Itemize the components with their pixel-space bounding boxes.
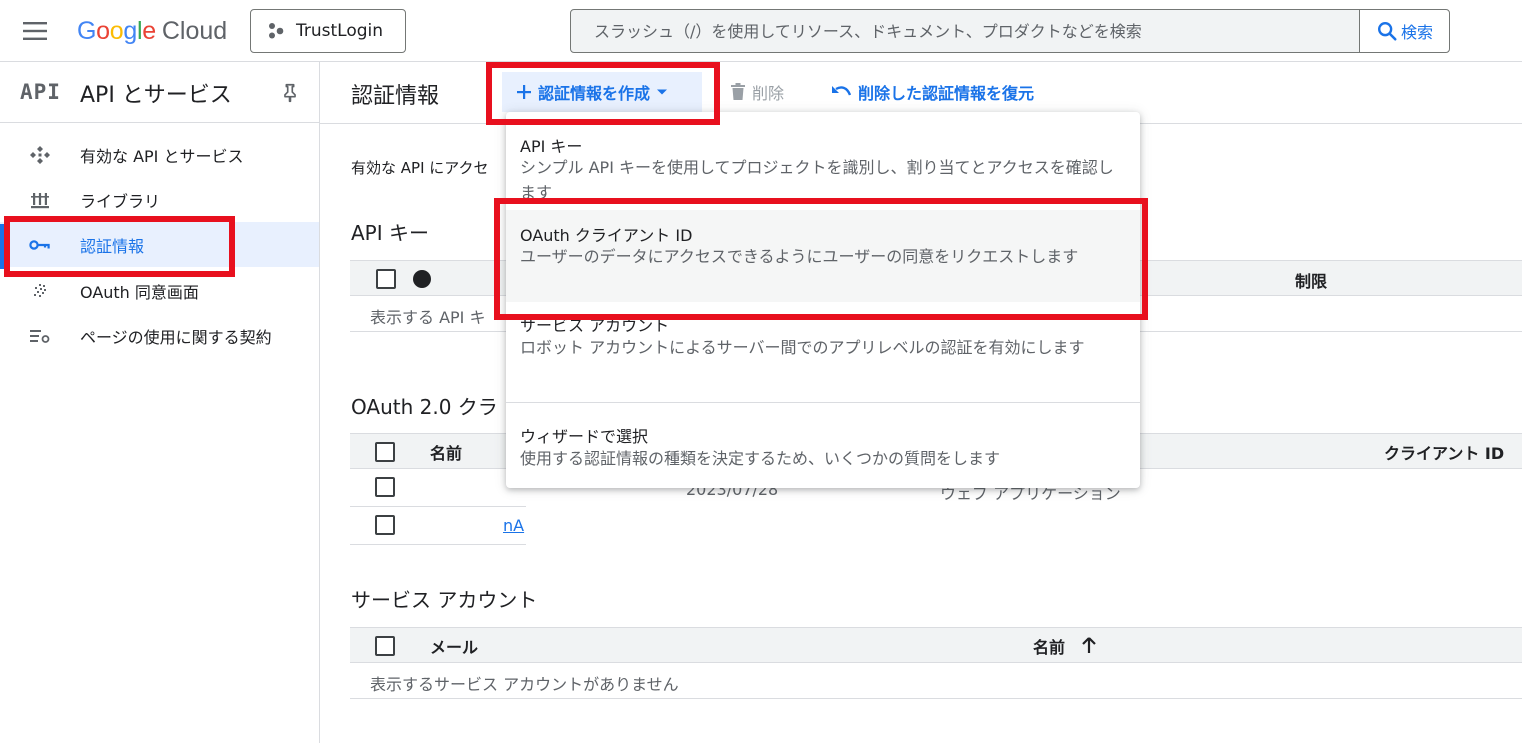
pin-icon: [284, 83, 296, 103]
consent-icon: [29, 280, 51, 302]
trash-icon: [731, 83, 745, 100]
menu-item-title: OAuth クライアント ID: [520, 226, 693, 245]
api-keys-title: API キー: [351, 221, 429, 245]
menu-item-title: サービス アカウント: [520, 316, 670, 335]
search-bar: 検索: [570, 9, 1450, 53]
status-dot-icon: [413, 270, 431, 288]
oauth-client-link[interactable]: nA: [503, 516, 524, 535]
menu-item-description: 使用する認証情報の種類を決定するため、いくつかの質問をします: [520, 449, 1001, 468]
sidebar-item-label: 有効な API とサービス: [80, 146, 244, 166]
menu-item-wizard[interactable]: ウィザードで選択 使用する認証情報の種類を決定するため、いくつかの質問をします: [506, 412, 1140, 482]
caret-down-icon: [657, 89, 668, 95]
oauth-col-name: 名前: [430, 444, 463, 463]
undo-icon: [832, 86, 851, 96]
google-cloud-logo[interactable]: Google Cloud: [77, 14, 227, 48]
oauth-row-checkbox[interactable]: [375, 477, 395, 497]
sort-ascending-icon[interactable]: [1080, 636, 1098, 654]
create-credentials-button[interactable]: 認証情報を作成: [502, 72, 702, 112]
api-keys-col-restriction: 制限: [1295, 272, 1328, 291]
sidebar-item-label: ライブラリ: [80, 191, 161, 211]
menu-item-title: ウィザードで選択: [520, 427, 649, 446]
sidebar-item-library[interactable]: ライブラリ: [0, 177, 319, 222]
menu-item-api-key[interactable]: API キー シンプル API キーを使用してプロジェクトを識別し、割り当てとア…: [506, 122, 1140, 210]
create-credentials-label: 認証情報を作成: [538, 84, 651, 103]
cloud-wordmark: Cloud: [161, 16, 228, 45]
service-accounts-table-header: [350, 627, 1522, 663]
restore-label: 削除した認証情報を復元: [858, 84, 1035, 103]
sidebar-item-label: ページの使用に関する契約: [80, 327, 272, 347]
settings-list-icon: [29, 325, 51, 347]
oauth-select-all-checkbox[interactable]: [375, 442, 395, 462]
delete-button[interactable]: 削除: [730, 80, 784, 104]
service-accounts-col-email: メール: [430, 638, 479, 657]
sidebar-item-oauth-consent[interactable]: OAuth 同意画面: [0, 268, 319, 313]
pin-button[interactable]: [279, 82, 301, 104]
main-menu-button[interactable]: [14, 11, 56, 51]
key-icon: [29, 234, 51, 256]
menu-item-description: ユーザーのデータにアクセスできるようにユーザーの同意をリクエストします: [520, 247, 1079, 266]
top-bar: Google Cloud TrustLogin 検索: [0, 0, 1522, 62]
sidebar-title: API とサービス: [80, 83, 232, 108]
menu-item-oauth-client-id[interactable]: OAuth クライアント ID ユーザーのデータにアクセスできるようにユーザーの…: [506, 210, 1140, 302]
google-wordmark: Google: [77, 16, 156, 45]
api-logo-icon: API: [20, 80, 61, 104]
sidebar-item-credentials[interactable]: 認証情報: [0, 222, 319, 267]
active-indicator: [0, 224, 5, 269]
search-input[interactable]: [571, 10, 1359, 52]
sidebar-item-page-usage-agreements[interactable]: ページの使用に関する契約: [0, 313, 319, 358]
project-name: TrustLogin: [296, 21, 384, 41]
api-hub-icon: [29, 144, 51, 166]
page-title: 認証情報: [351, 84, 440, 109]
hamburger-icon: [23, 22, 47, 40]
sidebar-item-enabled-apis[interactable]: 有効な API とサービス: [0, 132, 319, 177]
menu-item-description: ロボット アカウントによるサーバー間でのアプリレベルの認証を有効にします: [520, 338, 1085, 357]
menu-divider: [506, 402, 1140, 403]
intro-text: 有効な API にアクセ: [351, 159, 489, 177]
project-hub-icon: [269, 23, 284, 39]
plus-icon: [517, 85, 531, 99]
search-icon: [1378, 22, 1397, 41]
sidebar-item-label: OAuth 同意画面: [80, 282, 199, 302]
sidebar: API API とサービス 有効な API とサービス ライブラリ 認証情報 O…: [0, 62, 320, 743]
service-accounts-empty-text: 表示するサービス アカウントがありません: [370, 675, 679, 694]
api-keys-empty-text: 表示する API キ: [370, 308, 486, 327]
sidebar-header: API API とサービス: [0, 62, 319, 123]
delete-label: 削除: [752, 84, 785, 103]
sidebar-item-label: 認証情報: [80, 236, 145, 256]
menu-item-title: API キー: [520, 137, 583, 156]
restore-deleted-credentials-button[interactable]: 削除した認証情報を復元: [831, 80, 1034, 104]
service-accounts-col-name[interactable]: 名前: [1033, 634, 1065, 658]
search-button[interactable]: 検索: [1359, 10, 1449, 52]
menu-item-service-account[interactable]: サービス アカウント ロボット アカウントによるサーバー間でのアプリレベルの認証…: [506, 310, 1140, 402]
create-credentials-menu: API キー シンプル API キーを使用してプロジェクトを識別し、割り当てとア…: [506, 112, 1140, 488]
oauth-col-client-id: クライアント ID: [1384, 444, 1505, 463]
menu-item-description: シンプル API キーを使用してプロジェクトを識別し、割り当てとアクセスを確認し…: [520, 158, 1114, 202]
project-picker-button[interactable]: TrustLogin: [250, 9, 406, 53]
api-keys-select-all-checkbox[interactable]: [376, 269, 396, 289]
search-button-label: 検索: [1400, 23, 1433, 42]
library-icon: [29, 189, 51, 211]
service-accounts-select-all-checkbox[interactable]: [375, 636, 395, 656]
oauth-row-checkbox[interactable]: [375, 515, 395, 535]
oauth-clients-title: OAuth 2.0 クラ: [351, 395, 498, 419]
service-accounts-title: サービス アカウント: [351, 588, 538, 612]
